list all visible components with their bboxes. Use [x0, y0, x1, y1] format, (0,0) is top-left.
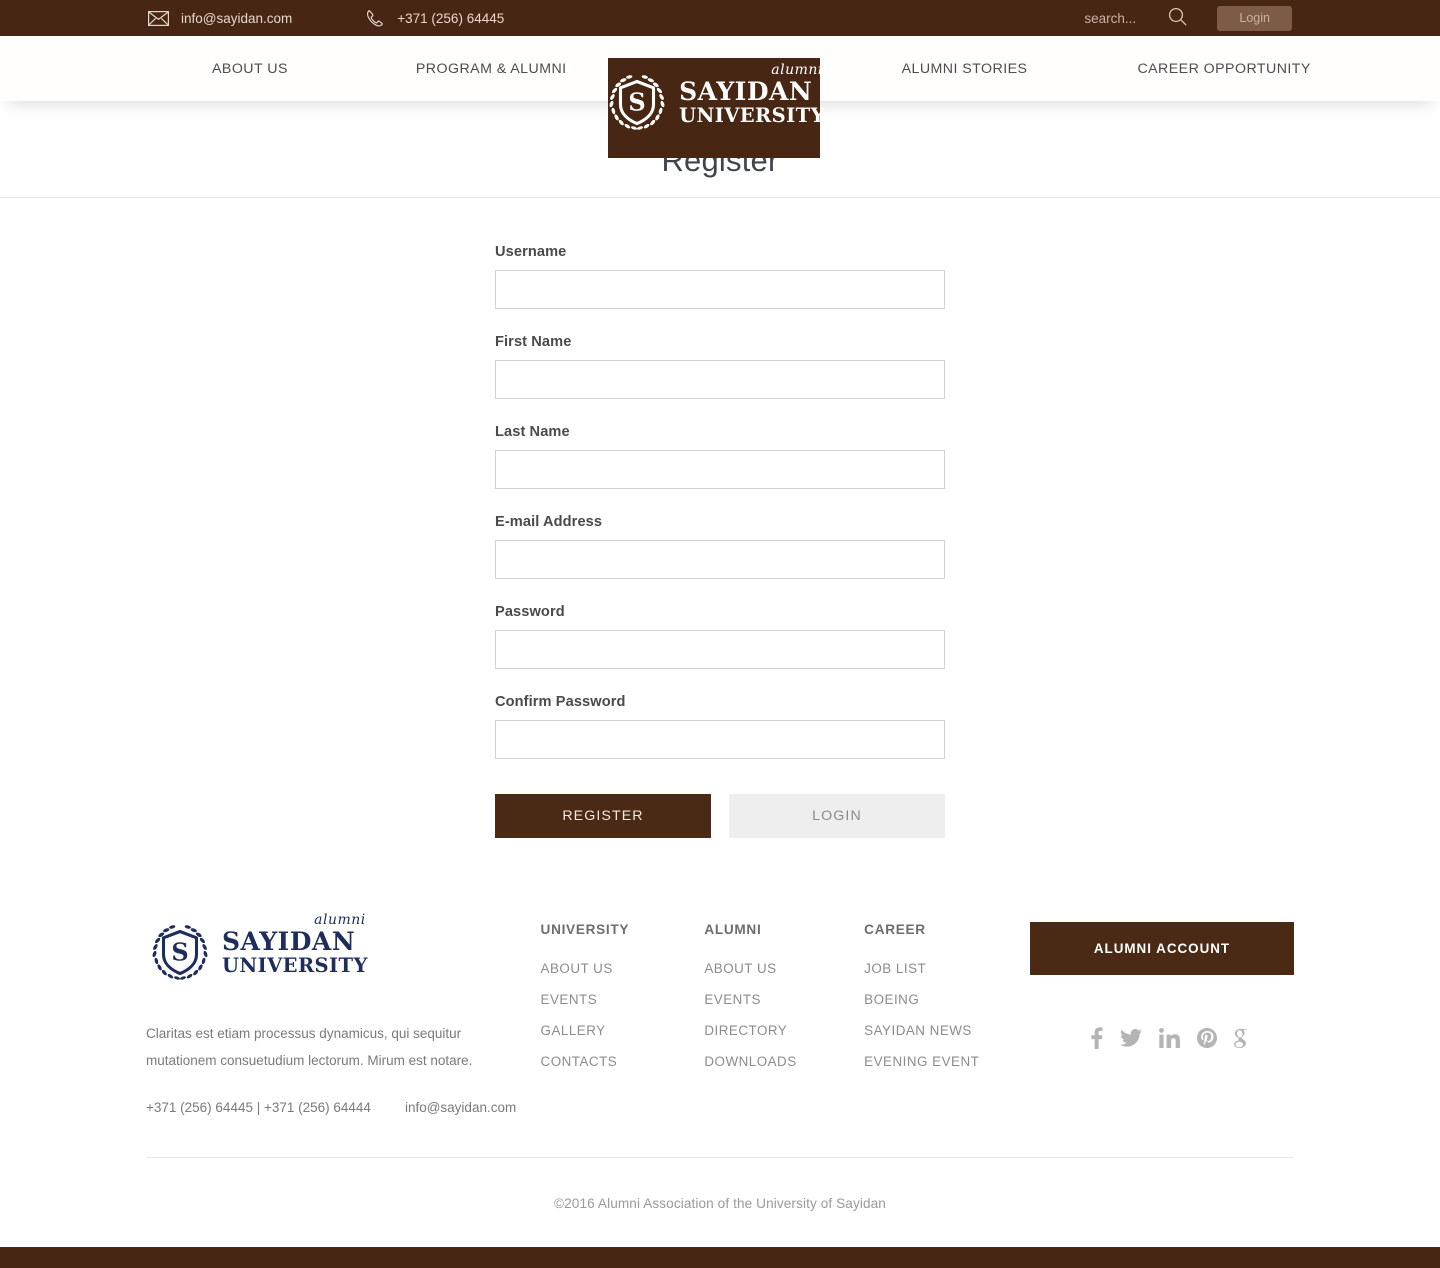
register-form-section: Username First Name Last Name E-mail Add… [0, 198, 1440, 838]
footer-link-university-about-us[interactable]: ABOUT US [541, 961, 705, 976]
phone-icon [366, 9, 385, 28]
page-root: info@sayidan.com +371 (256) 64445 search… [0, 0, 1440, 1268]
field-username: Username [495, 244, 945, 309]
copyright-text: ©2016 Alumni Association of the Universi… [554, 1196, 886, 1211]
shield-wreath-icon: S [603, 68, 671, 136]
facebook-icon[interactable] [1090, 1027, 1103, 1049]
contact-phone[interactable]: +371 (256) 64445 [366, 9, 504, 28]
footer-link-career-evening-event[interactable]: EVENING EVENT [864, 1054, 1028, 1069]
field-password: Password [495, 604, 945, 669]
footer-email[interactable]: info@sayidan.com [405, 1100, 516, 1115]
topbar-contact-group: info@sayidan.com +371 (256) 64445 [0, 9, 504, 28]
footer-logo-wordmark: alumni SAYIDAN UNIVERSITY [222, 913, 368, 977]
logo-line-2: UNIVERSITY [679, 103, 825, 127]
logo-alumni-text: alumni [771, 61, 823, 78]
search-button[interactable] [1162, 7, 1187, 29]
topbar-actions: Login [1084, 0, 1440, 36]
email-input[interactable] [495, 540, 945, 579]
footer-link-university-contacts[interactable]: CONTACTS [541, 1054, 705, 1069]
login-link-button[interactable]: LOGIN [729, 794, 945, 838]
nav-item-alumni-stories[interactable]: ALUMNI STORIES [902, 61, 1028, 77]
nav-item-about-us[interactable]: ABOUT US [212, 61, 288, 77]
logo-line-1: SAYIDAN [679, 76, 813, 106]
contact-phone-text: +371 (256) 64445 [397, 10, 505, 26]
footer-link-alumni-events[interactable]: EVENTS [704, 992, 864, 1007]
confirm-password-input[interactable] [495, 720, 945, 759]
footer-link-alumni-directory[interactable]: DIRECTORY [704, 1023, 864, 1038]
nav-item-program-alumni[interactable]: PROGRAM & ALUMNI [416, 61, 567, 77]
svg-text:S: S [628, 88, 645, 117]
password-input[interactable] [495, 630, 945, 669]
first-name-input[interactable] [495, 360, 945, 399]
footer-link-university-events[interactable]: EVENTS [541, 992, 705, 1007]
username-input[interactable] [495, 270, 945, 309]
footer-column-university: UNIVERSITY ABOUT US EVENTS GALLERY CONTA… [541, 916, 705, 1115]
contact-email[interactable]: info@sayidan.com [148, 11, 292, 26]
shield-wreath-icon: S [146, 918, 214, 986]
bottom-accent-strip [0, 1247, 1440, 1268]
footer-logo-line-1: SAYIDAN [222, 926, 356, 956]
logo-wordmark: alumni SAYIDAN UNIVERSITY [679, 63, 825, 127]
label-last-name: Last Name [495, 424, 570, 440]
site-logo-footer[interactable]: S alumni SAYIDAN UNIVERSITY [146, 913, 541, 992]
label-email: E-mail Address [495, 514, 603, 530]
label-password: Password [495, 604, 565, 620]
footer-logo-line-2: UNIVERSITY [222, 953, 368, 977]
envelope-icon [148, 10, 169, 26]
footer-phones[interactable]: +371 (256) 64445 | +371 (256) 64444 [146, 1100, 371, 1115]
footer-link-career-sayidan-news[interactable]: SAYIDAN NEWS [864, 1023, 1028, 1038]
twitter-icon[interactable] [1120, 1029, 1142, 1047]
footer-column-alumni: ALUMNI ABOUT US EVENTS DIRECTORY DOWNLOA… [704, 916, 864, 1115]
label-first-name: First Name [495, 334, 572, 350]
nav-item-career-opportunity[interactable]: CAREER OPPORTUNITY [1137, 61, 1310, 77]
login-button[interactable]: Login [1217, 5, 1292, 31]
social-links [1030, 1027, 1294, 1049]
field-first-name: First Name [495, 334, 945, 399]
svg-text:S: S [171, 938, 188, 967]
site-logo-header[interactable]: S alumni SAYIDAN UNIVERSITY [608, 58, 825, 158]
footer-link-alumni-about-us[interactable]: ABOUT US [704, 961, 864, 976]
footer-heading-alumni: ALUMNI [704, 922, 762, 937]
footer-heading-university: UNIVERSITY [540, 922, 630, 937]
register-form: Username First Name Last Name E-mail Add… [495, 244, 945, 838]
footer-account-column: ALUMNI ACCOUNT [1029, 916, 1294, 1115]
logo-lockup: S alumni SAYIDAN UNIVERSITY [603, 63, 825, 136]
form-actions: REGISTER LOGIN [495, 794, 945, 838]
footer-description: Claritas est etiam processus dynamicus, … [146, 1026, 473, 1068]
footer-contact-row: +371 (256) 64445 | +371 (256) 64444 info… [146, 1100, 541, 1115]
label-username: Username [495, 244, 567, 260]
footer-link-career-boeing[interactable]: BOEING [864, 992, 1028, 1007]
field-last-name: Last Name [495, 424, 945, 489]
field-confirm-password: Confirm Password [495, 694, 945, 759]
label-confirm-password: Confirm Password [495, 694, 626, 710]
alumni-account-button[interactable]: ALUMNI ACCOUNT [1029, 922, 1294, 975]
footer-column-career: CAREER JOB LIST BOEING SAYIDAN NEWS EVEN… [864, 916, 1028, 1115]
footer-link-university-gallery[interactable]: GALLERY [541, 1023, 705, 1038]
google-plus-icon[interactable] [1234, 1028, 1249, 1049]
field-email: E-mail Address [495, 514, 945, 579]
pinterest-icon[interactable] [1196, 1028, 1217, 1048]
register-submit-button[interactable]: REGISTER [495, 794, 711, 838]
footer-heading-career: CAREER [864, 922, 926, 937]
last-name-input[interactable] [495, 450, 945, 489]
contact-email-text: info@sayidan.com [181, 10, 293, 26]
footer-columns: S alumni SAYIDAN UNIVERSITY Claritas est… [146, 913, 1294, 1115]
search-icon [1168, 7, 1187, 29]
site-footer: S alumni SAYIDAN UNIVERSITY Claritas est… [0, 913, 1440, 1268]
main-navigation-wrapper: ABOUT US PROGRAM & ALUMNI ALUMNI STORIES… [0, 36, 1440, 158]
top-contact-bar: info@sayidan.com +371 (256) 64445 search… [0, 0, 1440, 36]
footer-link-alumni-downloads[interactable]: DOWNLOADS [704, 1054, 864, 1069]
footer-brand-column: S alumni SAYIDAN UNIVERSITY Claritas est… [146, 913, 541, 1115]
search-box[interactable] [1084, 7, 1187, 29]
footer-logo-lockup: S alumni SAYIDAN UNIVERSITY [146, 913, 368, 986]
footer-logo-alumni-text: alumni [314, 911, 366, 928]
linkedin-icon[interactable] [1159, 1028, 1180, 1048]
footer-link-career-job-list[interactable]: JOB LIST [864, 961, 1028, 976]
search-input[interactable] [1084, 10, 1163, 26]
